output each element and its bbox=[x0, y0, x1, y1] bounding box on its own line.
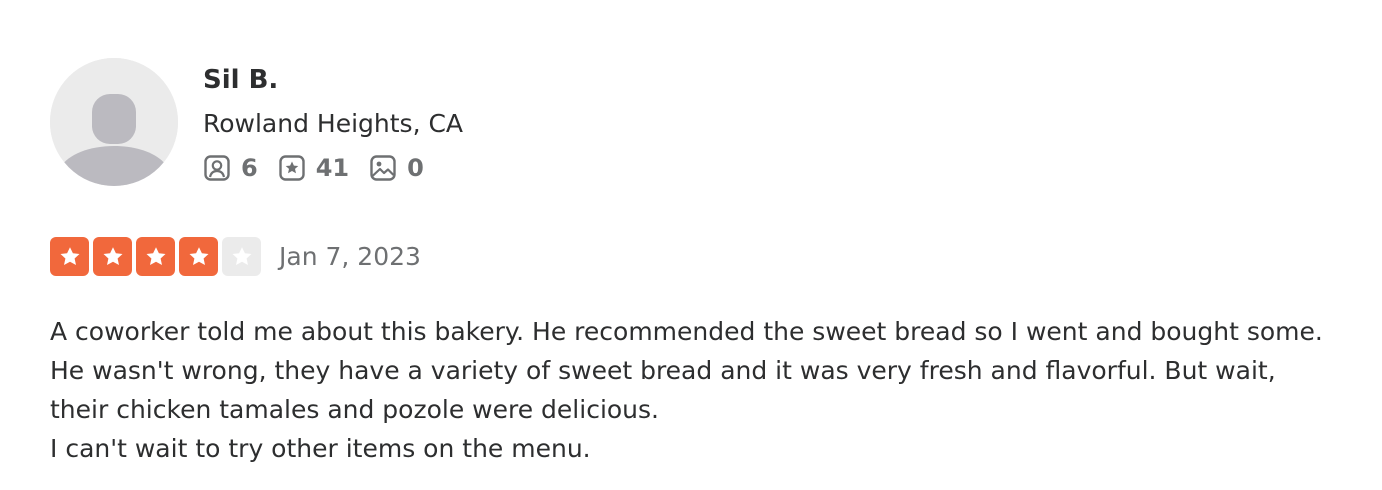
star-icon bbox=[189, 246, 208, 265]
star-5 bbox=[222, 237, 261, 276]
star-icon bbox=[60, 246, 79, 265]
avatar[interactable] bbox=[50, 58, 178, 186]
reviews-count: 41 bbox=[315, 154, 350, 182]
user-stats: 6 41 0 bbox=[203, 154, 463, 182]
star-1 bbox=[50, 237, 89, 276]
star-3 bbox=[136, 237, 175, 276]
friends-count: 6 bbox=[241, 154, 258, 182]
star-icon bbox=[146, 246, 165, 265]
rating-row: Jan 7, 2023 bbox=[50, 237, 1350, 276]
friends-icon bbox=[203, 154, 231, 182]
user-location: Rowland Heights, CA bbox=[203, 109, 464, 138]
reviews-stat: 41 bbox=[278, 154, 349, 182]
review-paragraph: I can't wait to try other items on the m… bbox=[50, 434, 591, 463]
default-user-avatar-icon bbox=[50, 58, 178, 186]
friends-stat: 6 bbox=[203, 154, 258, 182]
photo-icon bbox=[369, 154, 397, 182]
star-2 bbox=[93, 237, 132, 276]
star-icon bbox=[232, 246, 251, 265]
star-4 bbox=[179, 237, 218, 276]
user-name-link[interactable]: Sil B. bbox=[203, 64, 463, 96]
photos-count: 0 bbox=[407, 154, 424, 182]
review-star-icon bbox=[278, 154, 306, 182]
user-info: Sil B. Rowland Heights, CA 6 41 0 bbox=[203, 58, 463, 182]
star-rating bbox=[50, 237, 265, 276]
user-passport: Sil B. Rowland Heights, CA 6 41 0 bbox=[50, 58, 1350, 186]
review-paragraph: A coworker told me about this bakery. He… bbox=[50, 317, 1323, 424]
review-date: Jan 7, 2023 bbox=[279, 242, 421, 271]
review-text: A coworker told me about this bakery. He… bbox=[50, 312, 1340, 468]
photos-stat: 0 bbox=[369, 154, 424, 182]
star-icon bbox=[103, 246, 122, 265]
review-card: Sil B. Rowland Heights, CA 6 41 0 Jan 7,… bbox=[50, 58, 1350, 468]
